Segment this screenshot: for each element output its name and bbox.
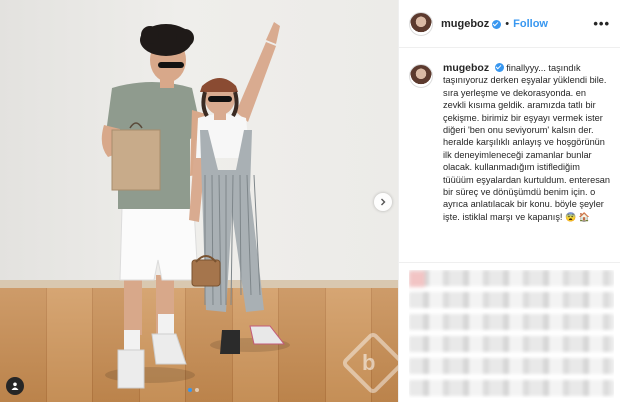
woman-figure (189, 22, 286, 354)
caption-username[interactable]: mugeboz (443, 62, 489, 74)
follow-button[interactable]: Follow (513, 18, 548, 30)
blurred-comment (409, 314, 614, 330)
blurred-comment (409, 270, 614, 287)
blurred-comments (409, 270, 614, 398)
post-caption: mugeboz finallyyy... taşındık taşınıyoru… (399, 48, 620, 223)
blurred-comment (409, 358, 614, 374)
comments-divider (399, 262, 620, 263)
carousel-dot-1 (188, 388, 192, 392)
caption-emojis: 😨 🏠 (565, 211, 590, 222)
carousel-next-button[interactable] (374, 193, 392, 211)
header-separator: • (505, 17, 510, 30)
caption-text-block: mugeboz finallyyy... taşındık taşınıyoru… (443, 62, 610, 223)
carousel-dot-2 (195, 388, 199, 392)
post-header: mugeboz • Follow ••• (399, 0, 620, 48)
blurred-comment (409, 336, 614, 352)
blurred-comment (409, 380, 614, 396)
user-tags-button[interactable] (6, 377, 24, 395)
caption-avatar[interactable] (409, 64, 433, 88)
chevron-right-icon (381, 198, 386, 206)
verified-badge-icon (492, 20, 502, 29)
post-photo[interactable]: b (0, 0, 398, 402)
more-options-icon[interactable]: ••• (593, 16, 610, 31)
caption-body: finallyyy... taşındık taşınıyoruz derken… (443, 63, 611, 222)
caption-verified-badge-icon (494, 63, 504, 72)
couple-illustration (101, 22, 290, 389)
carousel-dots (188, 388, 199, 392)
header-username[interactable]: mugeboz (441, 18, 489, 30)
blurred-comment (409, 292, 614, 308)
watermark-letter: b (362, 350, 376, 375)
avatar[interactable] (409, 11, 433, 36)
post-side-panel: mugeboz • Follow ••• mugeboz finallyyy..… (398, 0, 620, 402)
user-tag-icon (11, 382, 19, 390)
